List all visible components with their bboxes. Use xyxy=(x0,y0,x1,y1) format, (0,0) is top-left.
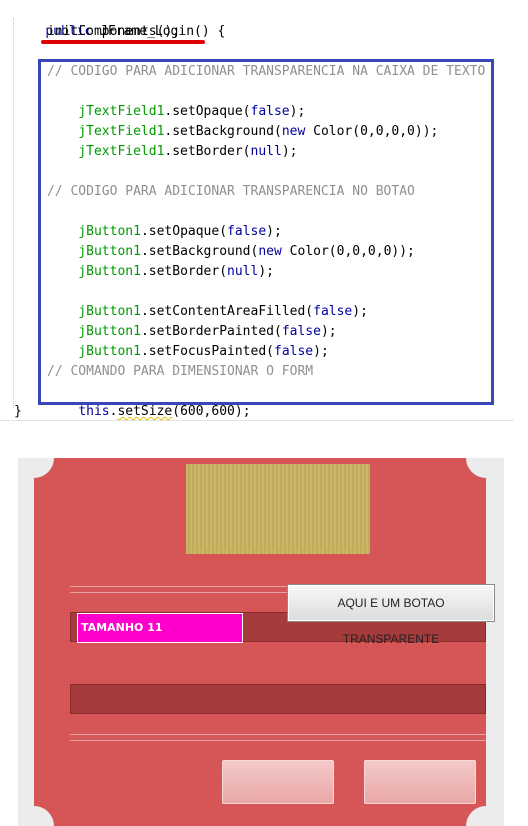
text-field-label[interactable]: TAMANHO 11 xyxy=(77,613,243,643)
method-call: .setBorder( xyxy=(140,264,228,279)
punctuation: ); xyxy=(313,344,329,359)
literal: null xyxy=(250,144,282,159)
frame-corner-notch xyxy=(18,458,54,478)
literal: false xyxy=(274,344,314,359)
password-field[interactable] xyxy=(70,684,486,714)
literal: null xyxy=(227,264,259,279)
comment-button: // CODIGO PARA ADICIONAR TRANSPARENCIA N… xyxy=(47,184,415,199)
divider-line xyxy=(70,740,486,741)
editor-gutter-guide xyxy=(13,18,14,408)
punctuation: ); xyxy=(352,304,368,319)
method-call: .setBorder( xyxy=(164,144,251,159)
keyword-this: this xyxy=(78,404,110,419)
red-underline-annotation xyxy=(41,40,205,44)
frame-corner-notch xyxy=(18,806,54,826)
frame-corner-notch xyxy=(466,458,504,478)
method-setsize: setSize xyxy=(117,404,173,419)
setsize-line: this.setSize(600,600); xyxy=(47,382,251,442)
paper-tag-edge xyxy=(186,550,370,556)
comment-textfield: // CODIGO PARA ADICIONAR TRANSPARENCIA N… xyxy=(47,64,486,79)
punctuation: ); xyxy=(258,264,274,279)
paper-tag-decoration xyxy=(186,464,370,554)
identifier-jbutton1: jButton1 xyxy=(78,264,141,279)
closing-brace: } xyxy=(14,404,22,419)
login-frame: TAMANHO 11 AQUI E UM BOTAO TRANSPARENTE xyxy=(18,458,504,826)
login-button[interactable] xyxy=(222,760,334,804)
frame-corner-notch xyxy=(466,806,504,826)
punctuation: ); xyxy=(281,144,298,159)
login-form-preview: TAMANHO 11 AQUI E UM BOTAO TRANSPARENTE xyxy=(18,458,504,826)
comment-size: // COMANDO PARA DIMENSIONAR O FORM xyxy=(47,364,314,379)
code-editor: public JFrame_Login() { initComponents()… xyxy=(0,0,514,421)
identifier-jbutton1: jButton1 xyxy=(78,344,141,359)
init-components-line: initComponents(); xyxy=(47,24,181,39)
identifier-jtextfield1: jTextField1 xyxy=(78,144,165,159)
cancel-button[interactable] xyxy=(364,760,476,804)
method-call: .setFocusPainted( xyxy=(140,344,274,359)
color-args: Color(0,0,0,0)); xyxy=(305,124,439,139)
transparent-button[interactable]: AQUI E UM BOTAO TRANSPARENTE xyxy=(287,584,495,646)
size-args: (600,600); xyxy=(172,404,251,419)
color-args: Color(0,0,0,0)); xyxy=(281,244,415,259)
textfield-setborder-line: jTextField1.setBorder(null); xyxy=(47,122,297,182)
divider-line xyxy=(70,734,486,735)
